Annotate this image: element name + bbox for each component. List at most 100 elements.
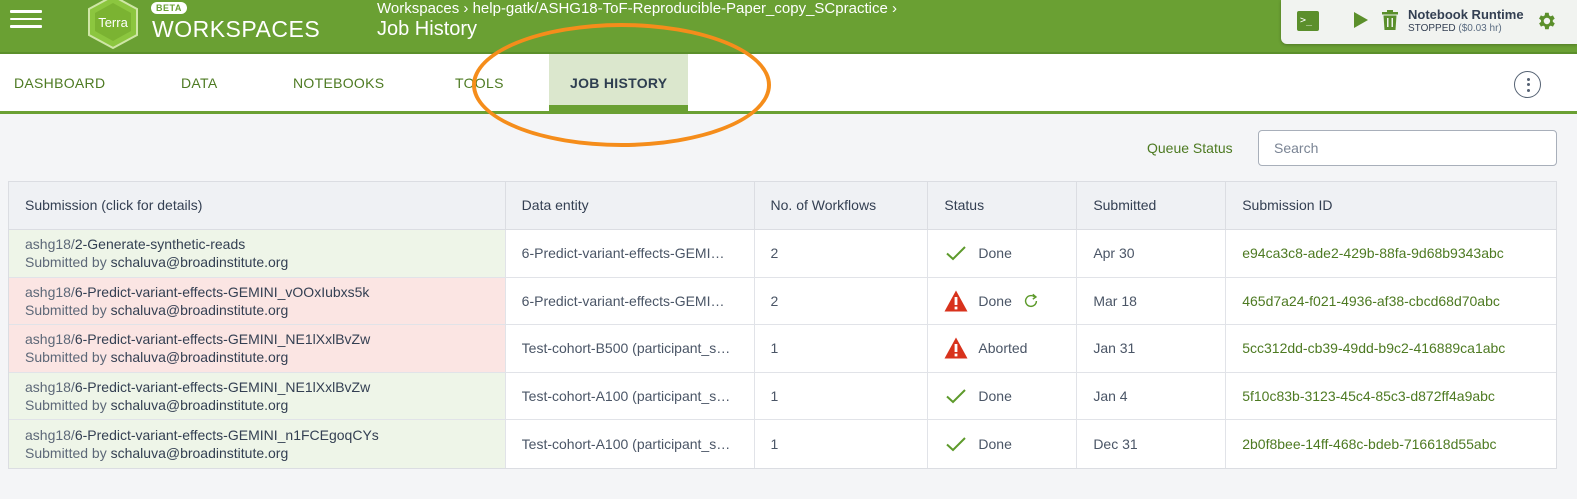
menu-icon[interactable] [10, 8, 42, 34]
gear-icon[interactable] [1535, 10, 1557, 32]
submitted-date: Mar 18 [1093, 292, 1137, 309]
table-header: Submission (click for details) Data enti… [9, 182, 1556, 230]
data-entity-cell: Test-cohort-B500 (participant_set) [506, 325, 755, 372]
check-icon [946, 246, 967, 261]
relaunch-icon[interactable] [1022, 292, 1040, 310]
submission-cell[interactable]: ashg18/6-Predict-variant-effects-GEMINI_… [9, 420, 506, 468]
table-row: ashg18/6-Predict-variant-effects-GEMINI_… [9, 372, 1556, 421]
workflows-count: 2 [770, 292, 779, 309]
submission-namespace: ashg18/ [25, 236, 75, 253]
terra-logo[interactable]: Terra [86, 0, 140, 50]
submitted-by-label: Submitted by [25, 349, 107, 366]
tab-data[interactable]: DATA [181, 54, 217, 111]
data-entity: Test-cohort-A100 (participant_set) [521, 388, 732, 405]
submission-cell[interactable]: ashg18/6-Predict-variant-effects-GEMINI_… [9, 277, 506, 325]
status-text: Done [978, 388, 1012, 405]
submitted-date: Apr 30 [1093, 245, 1135, 262]
submission-workflow-name: 6-Predict-variant-effects-GEMINI_NE1lXxl… [74, 379, 371, 396]
table-row: ashg18/6-Predict-variant-effects-GEMINI_… [9, 420, 1556, 468]
submission-id-link[interactable]: 465d7a24-f021-4936-af38-cbcd68d70abc [1242, 293, 1500, 309]
table-row: ashg18/6-Predict-variant-effects-GEMINI_… [9, 277, 1556, 326]
status-cell: Done [928, 420, 1078, 468]
terminal-icon[interactable]: >_ [1297, 11, 1319, 31]
submission-id-link[interactable]: 2b0f8bee-14ff-468c-bdeb-716618d55abc [1242, 436, 1496, 452]
submitter-email: schaluva@broadinstitute.org [110, 349, 289, 366]
status-cell: Done [928, 230, 1078, 277]
status-cell: Aborted [928, 325, 1078, 372]
workflows-count-cell: 1 [755, 420, 929, 468]
play-icon[interactable] [1354, 12, 1368, 28]
submission-id-cell[interactable]: 5f10c83b-3123-45c4-85c3-d872ff4a9abc [1226, 373, 1556, 420]
submission-id-link[interactable]: e94ca3c8-ade2-429b-88fa-9d68b9343abc [1242, 245, 1504, 261]
submitted-by-label: Submitted by [25, 397, 107, 414]
submitted-by-label: Submitted by [25, 445, 107, 462]
workflows-count-cell: 1 [755, 372, 929, 420]
submission-cell[interactable]: ashg18/6-Predict-variant-effects-GEMINI_… [9, 372, 506, 420]
data-entity-cell: Test-cohort-A100 (participant_set) [506, 372, 755, 420]
workspace-tab-bar: DASHBOARD DATA NOTEBOOKS TOOLS JOB HISTO… [0, 54, 1577, 114]
breadcrumb[interactable]: Workspaces › help-gatk/ASHG18-ToF-Reprod… [377, 0, 897, 17]
submission-id-cell[interactable]: 5cc312dd-cb39-49dd-b9c2-416889ca1abc [1226, 325, 1556, 372]
column-header-workflows[interactable]: No. of Workflows [755, 182, 929, 229]
submitted-date: Jan 4 [1093, 388, 1128, 405]
data-entity: 6-Predict-variant-effects-GEMINI_2018-04… [521, 245, 732, 262]
queue-status-link[interactable]: Queue Status [1147, 140, 1233, 156]
submitted-date-cell: Jan 4 [1077, 372, 1227, 420]
table-body: ashg18/2-Generate-synthetic-reads Submit… [9, 230, 1556, 468]
tab-tools[interactable]: TOOLS [455, 54, 504, 111]
submitter-email: schaluva@broadinstitute.org [110, 254, 289, 271]
check-icon [946, 389, 967, 404]
submission-id-link[interactable]: 5cc312dd-cb39-49dd-b9c2-416889ca1abc [1242, 340, 1505, 356]
search-input[interactable] [1258, 130, 1557, 166]
trash-icon[interactable] [1382, 10, 1398, 30]
column-header-submission-id[interactable]: Submission ID [1226, 182, 1556, 229]
submission-id-cell[interactable]: e94ca3c8-ade2-429b-88fa-9d68b9343abc [1226, 230, 1556, 277]
tab-notebooks[interactable]: NOTEBOOKS [293, 54, 384, 111]
error-icon [944, 337, 968, 359]
tab-job-history[interactable]: JOB HISTORY [549, 54, 689, 111]
notebook-runtime-panel: >_ Notebook Runtime STOPPED ($0.03 hr) [1281, 0, 1577, 44]
data-entity-cell: Test-cohort-A100 (participant_set) [506, 420, 755, 468]
column-header-status[interactable]: Status [928, 182, 1078, 229]
data-entity-cell: 6-Predict-variant-effects-GEMINI_2018-04… [506, 230, 755, 277]
column-header-submitted[interactable]: Submitted [1077, 182, 1227, 229]
status-text: Done [978, 436, 1012, 453]
submission-workflow-name: 6-Predict-variant-effects-GEMINI_vOOxIub… [74, 283, 370, 300]
runtime-state: STOPPED [1408, 23, 1456, 34]
workflows-count: 2 [770, 245, 779, 262]
submitter-email: schaluva@broadinstitute.org [110, 301, 289, 318]
submission-id-cell[interactable]: 465d7a24-f021-4936-af38-cbcd68d70abc [1226, 278, 1556, 325]
submitted-by-label: Submitted by [25, 301, 107, 318]
workflows-count-cell: 2 [755, 277, 929, 325]
column-header-submission[interactable]: Submission (click for details) [9, 182, 506, 229]
status-text: Done [978, 292, 1012, 309]
workflows-count: 1 [770, 388, 779, 405]
submission-cell[interactable]: ashg18/6-Predict-variant-effects-GEMINI_… [9, 325, 506, 372]
status-text: Done [978, 245, 1012, 262]
submission-id-link[interactable]: 5f10c83b-3123-45c4-85c3-d872ff4a9abc [1242, 388, 1495, 404]
error-icon [944, 290, 968, 312]
table-row: ashg18/2-Generate-synthetic-reads Submit… [9, 230, 1556, 278]
column-header-data-entity[interactable]: Data entity [506, 182, 755, 229]
submitted-date: Dec 31 [1093, 436, 1138, 453]
submitted-date-cell: Jan 31 [1077, 325, 1227, 372]
data-entity: Test-cohort-A100 (participant_set) [521, 436, 732, 453]
more-options-icon[interactable] [1514, 71, 1541, 98]
submitter-email: schaluva@broadinstitute.org [110, 445, 289, 462]
submission-namespace: ashg18/ [25, 331, 75, 348]
workflows-count: 1 [770, 436, 779, 453]
submitted-date-cell: Apr 30 [1077, 230, 1227, 277]
workflows-count-cell: 2 [755, 230, 929, 277]
job-history-table: Submission (click for details) Data enti… [8, 181, 1557, 469]
submitted-date-cell: Mar 18 [1077, 277, 1227, 325]
runtime-cost: ($0.03 hr) [1458, 23, 1502, 34]
workflows-count-cell: 1 [755, 325, 929, 372]
tab-dashboard[interactable]: DASHBOARD [14, 54, 105, 111]
submission-cell[interactable]: ashg18/2-Generate-synthetic-reads Submit… [9, 230, 506, 277]
app-title[interactable]: WORKSPACES [152, 16, 320, 43]
status-cell: Done [928, 277, 1078, 325]
submission-namespace: ashg18/ [25, 379, 75, 396]
submission-id-cell[interactable]: 2b0f8bee-14ff-468c-bdeb-716618d55abc [1226, 420, 1556, 468]
submitted-date-cell: Dec 31 [1077, 420, 1227, 468]
submitted-date: Jan 31 [1093, 340, 1136, 357]
